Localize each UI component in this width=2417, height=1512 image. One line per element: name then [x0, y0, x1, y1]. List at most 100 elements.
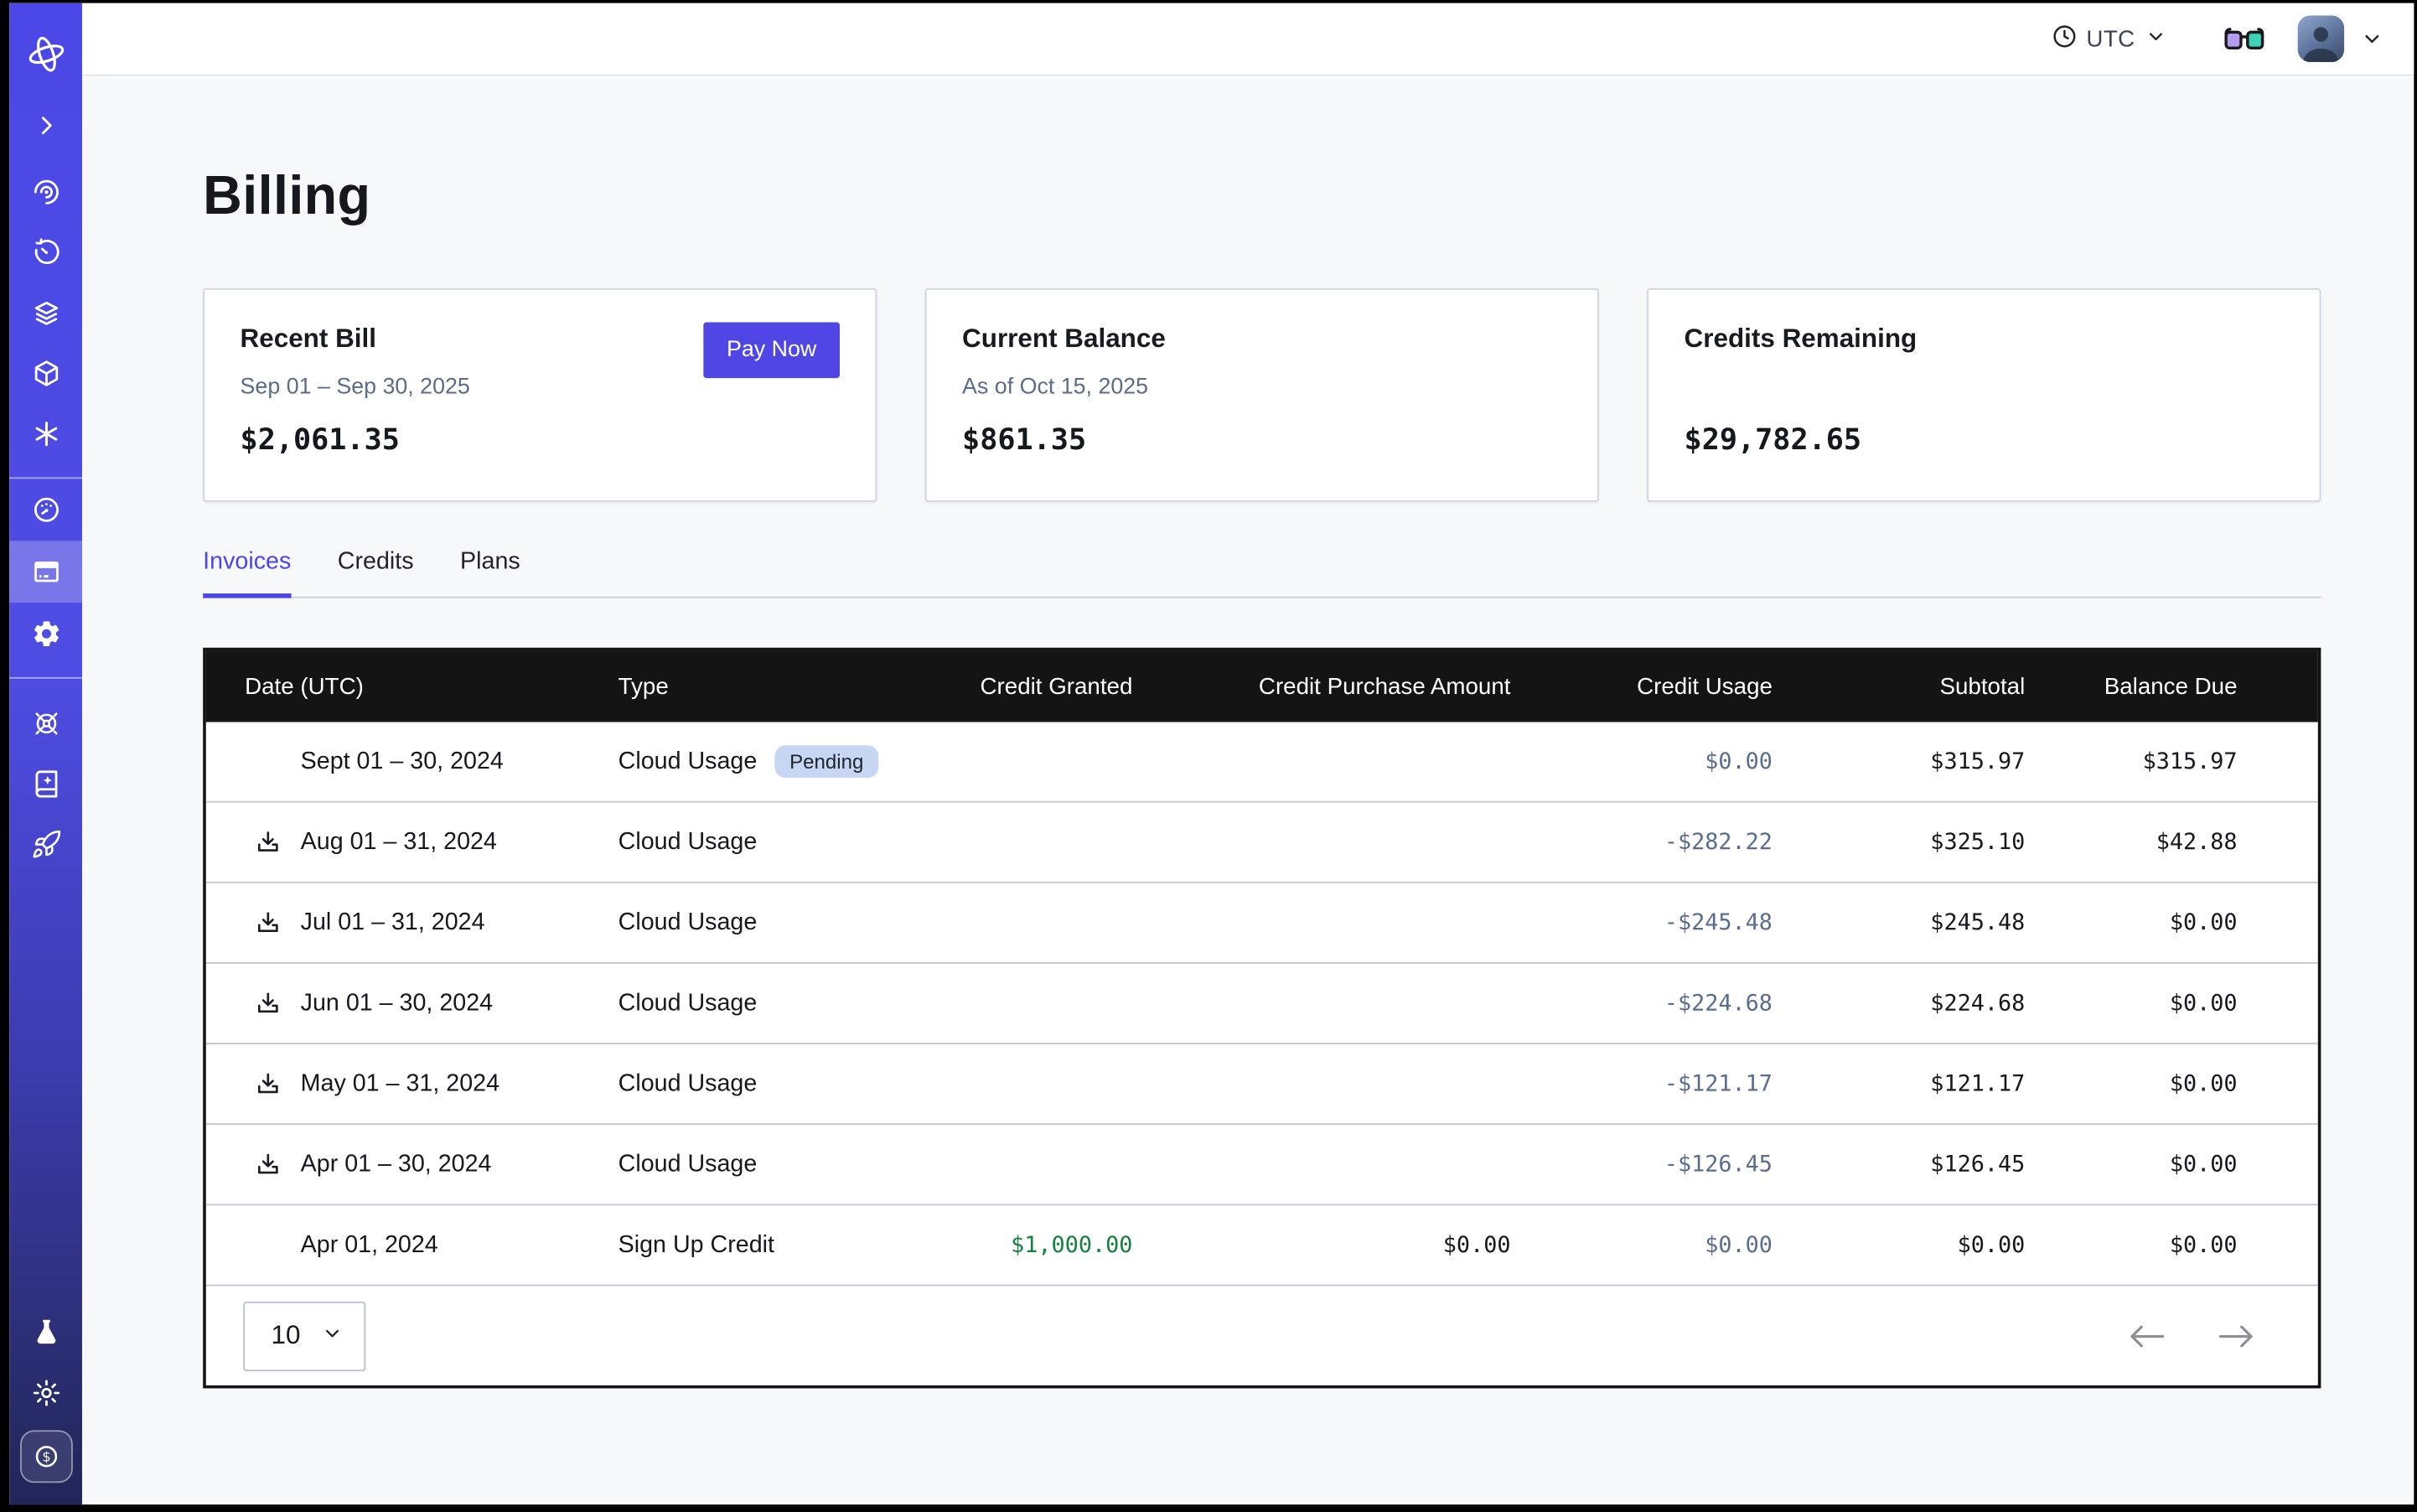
main-content: Billing Recent Bill Sep 01 – Sep 30, 202… [82, 77, 2414, 1504]
invoice-type: Cloud Usage [618, 989, 758, 1017]
page-title: Billing [203, 164, 2321, 230]
table-row: Apr 01, 2024 Sign Up Credit $1,000.00 $0… [206, 1205, 2318, 1286]
quickstart-rocket-icon[interactable] [9, 829, 82, 860]
table-row: Apr 01 – 30, 2024 Cloud Usage -$126.45 $… [206, 1125, 2318, 1205]
next-page-icon[interactable] [2218, 1323, 2256, 1349]
invoice-type: Cloud Usage [618, 1151, 758, 1178]
usage-gauge-icon[interactable] [9, 479, 82, 541]
download-spacer [254, 1231, 282, 1259]
chevron-right-icon[interactable] [9, 111, 82, 139]
tab-plans[interactable]: Plans [460, 548, 520, 596]
clock-icon [2051, 23, 2077, 54]
download-invoice-icon[interactable] [254, 989, 282, 1017]
logo-icon[interactable] [9, 34, 82, 75]
credit-granted-value: $1,000.00 [947, 1233, 1133, 1258]
svg-text:$: $ [41, 1449, 49, 1465]
column-header-type: Type [618, 673, 947, 699]
table-row: Jun 01 – 30, 2024 Cloud Usage -$224.68 $… [206, 964, 2318, 1044]
invoice-date: Jul 01 – 31, 2024 [301, 909, 485, 936]
balance-due-value: $0.00 [2025, 1152, 2317, 1178]
status-badge: Pending [774, 745, 879, 778]
download-invoice-icon[interactable] [254, 828, 282, 856]
invoice-date: May 01 – 31, 2024 [301, 1070, 499, 1098]
layers-icon[interactable] [9, 298, 82, 329]
app-window: $ UTC Billing Recent Bill Sep 01 – Sep 3… [9, 3, 2414, 1504]
recent-bill-amount: $2,061.35 [241, 423, 400, 458]
page-size-value: 10 [272, 1320, 301, 1351]
table-row: May 01 – 31, 2024 Cloud Usage -$121.17 $… [206, 1044, 2318, 1125]
support-wheel-icon[interactable] [9, 708, 82, 739]
invoice-type: Cloud Usage [618, 1070, 758, 1098]
billing-period: Sep 01 – Sep 30, 2025 [241, 375, 470, 400]
credit-usage-value: $0.00 [1511, 749, 1773, 774]
invoice-type: Cloud Usage [618, 748, 758, 775]
balance-as-of: As of Oct 15, 2025 [962, 375, 1148, 400]
credits-remaining-amount: $29,782.65 [1685, 423, 1861, 458]
credits-dollar-icon[interactable]: $ [19, 1430, 72, 1483]
chevron-down-icon[interactable] [2360, 26, 2385, 51]
theme-sun-icon[interactable] [9, 1378, 82, 1409]
column-header-date: Date (UTC) [206, 673, 618, 699]
tab-invoices[interactable]: Invoices [203, 548, 291, 596]
column-header-subtotal: Subtotal [1773, 673, 2025, 699]
download-invoice-icon[interactable] [254, 1070, 282, 1098]
table-header-row: Date (UTC) Type Credit Granted Credit Pu… [206, 650, 2318, 722]
invoice-date: Apr 01 – 30, 2024 [301, 1151, 492, 1178]
cube-icon[interactable] [9, 358, 82, 389]
invoice-date: Aug 01 – 31, 2024 [301, 828, 497, 856]
subtotal-value: $224.68 [1773, 991, 2025, 1016]
credit-usage-value: -$224.68 [1511, 991, 1773, 1016]
recent-bill-card: Recent Bill Sep 01 – Sep 30, 2025 $2,061… [203, 288, 877, 502]
credit-usage-value: $0.00 [1511, 1233, 1773, 1258]
download-invoice-icon[interactable] [254, 1151, 282, 1178]
invoice-date: Sept 01 – 30, 2024 [301, 748, 504, 775]
pay-now-button[interactable]: Pay Now [703, 323, 840, 379]
table-footer: 10 [206, 1286, 2318, 1385]
table-row: Jul 01 – 31, 2024 Cloud Usage -$245.48 $… [206, 883, 2318, 964]
timezone-dropdown[interactable]: UTC [2051, 23, 2167, 54]
card-title: Current Balance [962, 324, 1166, 355]
balance-due-value: $0.00 [2025, 910, 2317, 935]
tab-credits[interactable]: Credits [338, 548, 414, 596]
pagination [2127, 1323, 2255, 1349]
balance-due-value: $42.88 [2025, 830, 2317, 855]
current-balance-card: Current Balance As of Oct 15, 2025 $861.… [925, 288, 1599, 502]
credit-usage-value: -$282.22 [1511, 830, 1773, 855]
credit-usage-value: -$126.45 [1511, 1152, 1773, 1178]
balance-due-value: $0.00 [2025, 1233, 2317, 1258]
invoice-type: Cloud Usage [618, 909, 758, 936]
docs-book-icon[interactable] [9, 769, 82, 800]
credit-purchase-value: $0.00 [1132, 1233, 1510, 1258]
balance-due-value: $315.97 [2025, 749, 2317, 774]
page-size-select[interactable]: 10 [243, 1301, 365, 1370]
invoice-date: Apr 01, 2024 [301, 1231, 438, 1259]
subtotal-value: $325.10 [1773, 830, 2025, 855]
invoices-table: Date (UTC) Type Credit Granted Credit Pu… [203, 648, 2321, 1389]
chevron-down-icon [321, 1322, 344, 1349]
observe-icon[interactable] [9, 177, 82, 208]
topbar: UTC [82, 3, 2414, 76]
table-row: Sept 01 – 30, 2024 Cloud Usage Pending $0… [206, 722, 2318, 803]
balance-due-value: $0.00 [2025, 1071, 2317, 1096]
glasses-icon[interactable] [2223, 25, 2265, 53]
sidebar: $ [9, 3, 82, 1504]
settings-gear-icon[interactable] [9, 603, 82, 665]
invoice-type: Cloud Usage [618, 828, 758, 856]
download-spacer [254, 748, 282, 775]
balance-due-value: $0.00 [2025, 991, 2317, 1016]
subtotal-value: $121.17 [1773, 1071, 2025, 1096]
labs-flask-icon[interactable] [9, 1317, 82, 1348]
credit-usage-value: -$121.17 [1511, 1071, 1773, 1096]
table-row: Aug 01 – 31, 2024 Cloud Usage -$282.22 $… [206, 803, 2318, 883]
avatar[interactable] [2298, 15, 2344, 61]
invoice-type: Sign Up Credit [618, 1231, 774, 1259]
billing-card-icon[interactable] [9, 541, 82, 603]
asterisk-icon[interactable] [9, 418, 82, 449]
card-title: Credits Remaining [1685, 324, 1918, 355]
column-header-credit-usage: Credit Usage [1511, 673, 1773, 699]
timezone-label: UTC [2086, 26, 2135, 52]
card-title: Recent Bill [241, 324, 376, 355]
history-timer-icon[interactable] [9, 237, 82, 268]
previous-page-icon[interactable] [2127, 1323, 2166, 1349]
download-invoice-icon[interactable] [254, 909, 282, 936]
